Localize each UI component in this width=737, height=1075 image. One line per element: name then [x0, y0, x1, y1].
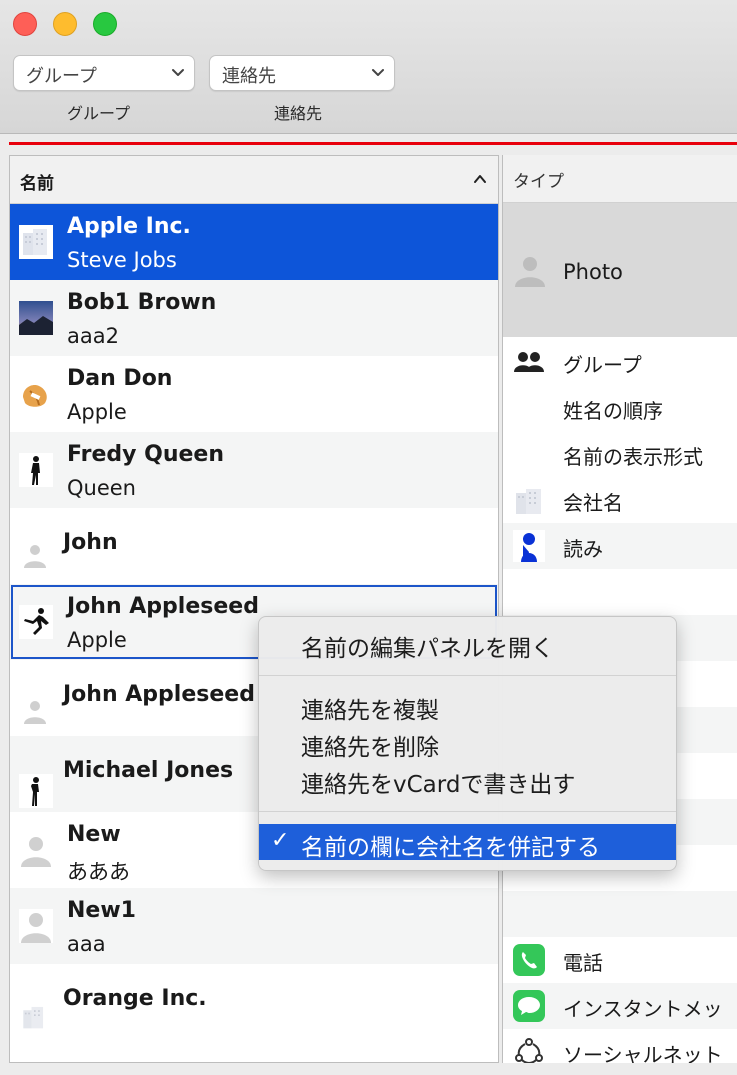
sort-ascending-icon [474, 175, 486, 183]
person-placeholder-icon [21, 837, 51, 867]
group-label: グループ [67, 104, 131, 123]
group-popup[interactable]: グループ [13, 55, 195, 91]
checkmark-icon: ✓ [271, 828, 290, 853]
list-item[interactable]: Apple Inc. Steve Jobs [10, 204, 498, 280]
contact-name: Fredy Queen [67, 442, 225, 467]
company-icon [23, 1006, 44, 1029]
menu-item-show-company[interactable]: ✓ 名前の欄に会社名を併記する [259, 824, 676, 861]
detail-label: グループ [563, 353, 642, 377]
contact-popup-value: 連絡先 [222, 66, 276, 87]
phone-icon [513, 944, 545, 976]
detail-label: 姓名の順序 [563, 399, 663, 423]
detail-label: インスタントメッ [563, 997, 723, 1021]
person-placeholder-icon [24, 545, 46, 568]
contact-name: Dan Don [67, 366, 173, 391]
detail-row-instant-message[interactable]: インスタントメッ [503, 983, 737, 1029]
contact-name: New1 [67, 898, 136, 923]
contact-company: aaa2 [67, 324, 119, 348]
menu-item-delete[interactable]: 連絡先を削除 [259, 724, 676, 761]
photo-field[interactable]: Photo [503, 203, 737, 337]
menu-item-label: 名前の編集パネルを開く [301, 636, 554, 662]
detail-row-company[interactable]: 会社名 [503, 477, 737, 523]
silhouette-photo [19, 774, 53, 808]
menu-item-open-name-panel[interactable]: 名前の編集パネルを開く [259, 625, 676, 662]
column-title: 名前 [20, 174, 54, 194]
contact-name: Apple Inc. [67, 214, 191, 239]
contact-company: Steve Jobs [67, 248, 177, 272]
detail-row-social[interactable]: ソーシャルネット [503, 1029, 737, 1063]
detail-row-phone[interactable]: 電話 [503, 937, 737, 983]
contact-name: John [63, 530, 118, 555]
group-popup-value: グループ [26, 66, 97, 87]
contact-list[interactable]: 名前 Apple Inc. Steve Jobs Bob1 Brown aaa2… [9, 155, 499, 1063]
contact-name: Michael Jones [63, 758, 234, 783]
social-network-icon [515, 1038, 543, 1063]
chevron-down-icon [172, 69, 184, 76]
zoom-button[interactable] [93, 12, 117, 36]
detail-label: 会社名 [563, 491, 623, 515]
detail-label: 電話 [563, 951, 603, 975]
message-icon [513, 990, 545, 1022]
detail-label: 読み [563, 537, 603, 561]
detail-row-empty [503, 891, 737, 937]
person-reading-icon [513, 530, 545, 562]
contact-company: Queen [67, 476, 136, 500]
menu-item-export-vcard[interactable]: 連絡先をvCardで書き出す [259, 761, 676, 798]
runner-photo [19, 605, 53, 639]
photo-label: Photo [563, 260, 623, 284]
menu-item-label: 連絡先を複製 [301, 698, 439, 724]
group-icon [514, 352, 544, 372]
list-item[interactable]: Orange Inc. [10, 964, 498, 1040]
contact-company: あああ [67, 860, 130, 884]
detail-row-group[interactable]: グループ [503, 339, 737, 385]
company-icon [19, 225, 53, 259]
contact-name: Bob1 Brown [67, 290, 217, 315]
detail-row-reading[interactable]: 読み [503, 523, 737, 569]
name-column-header[interactable]: 名前 [10, 156, 498, 204]
detail-row-name-format[interactable]: 名前の表示形式 [503, 431, 737, 477]
silhouette-photo [19, 453, 53, 487]
list-item[interactable]: New1 aaa [10, 888, 498, 964]
menu-separator [259, 675, 676, 676]
column-title: タイプ [513, 172, 564, 192]
menu-item-label: 名前の欄に会社名を併記する [301, 835, 600, 861]
detail-panel: タイプ Photo グループ 姓名の順序 名前の表示形式 会社名 読み 電話 イ… [502, 155, 737, 1063]
contact-label: 連絡先 [274, 104, 323, 123]
context-menu: 名前の編集パネルを開く 連絡先を複製 連絡先を削除 連絡先をvCardで書き出す… [258, 616, 677, 871]
contact-name: John Appleseed [63, 682, 255, 707]
menu-item-duplicate[interactable]: 連絡先を複製 [259, 687, 676, 724]
close-button[interactable] [13, 12, 37, 36]
list-item[interactable]: John [10, 508, 498, 584]
detail-label: 名前の表示形式 [563, 445, 703, 469]
fortune-cookie-icon [23, 385, 47, 407]
red-divider [9, 142, 737, 145]
toolbar: グループ 連絡先 グループ 連絡先 [0, 0, 737, 134]
window: グループ 連絡先 グループ 連絡先 名前 Apple Inc. Steve Jo… [0, 0, 737, 1075]
list-item[interactable]: Fredy Queen Queen [10, 432, 498, 508]
person-icon [515, 257, 545, 287]
contact-company: Apple [67, 628, 127, 652]
person-placeholder-icon [24, 701, 46, 724]
person-placeholder-icon [19, 909, 53, 943]
photo-thumbnail [19, 301, 53, 335]
menu-item-label: 連絡先を削除 [301, 735, 439, 761]
contact-company: aaa [67, 932, 106, 956]
company-icon [516, 489, 541, 514]
list-item[interactable]: Bob1 Brown aaa2 [10, 280, 498, 356]
minimize-button[interactable] [53, 12, 77, 36]
contact-company: Apple [67, 400, 127, 424]
list-item[interactable]: Dan Don Apple [10, 356, 498, 432]
detail-label: ソーシャルネット [563, 1043, 723, 1063]
contact-name: John Appleseed [67, 594, 259, 619]
chevron-down-icon [372, 69, 384, 76]
type-column-header[interactable]: タイプ [503, 155, 737, 203]
detail-row-name-order[interactable]: 姓名の順序 [503, 385, 737, 431]
contact-name: Orange Inc. [63, 986, 207, 1011]
menu-separator [259, 811, 676, 812]
contact-popup[interactable]: 連絡先 [209, 55, 395, 91]
contact-name: New [67, 822, 121, 847]
menu-item-label: 連絡先をvCardで書き出す [301, 772, 576, 798]
